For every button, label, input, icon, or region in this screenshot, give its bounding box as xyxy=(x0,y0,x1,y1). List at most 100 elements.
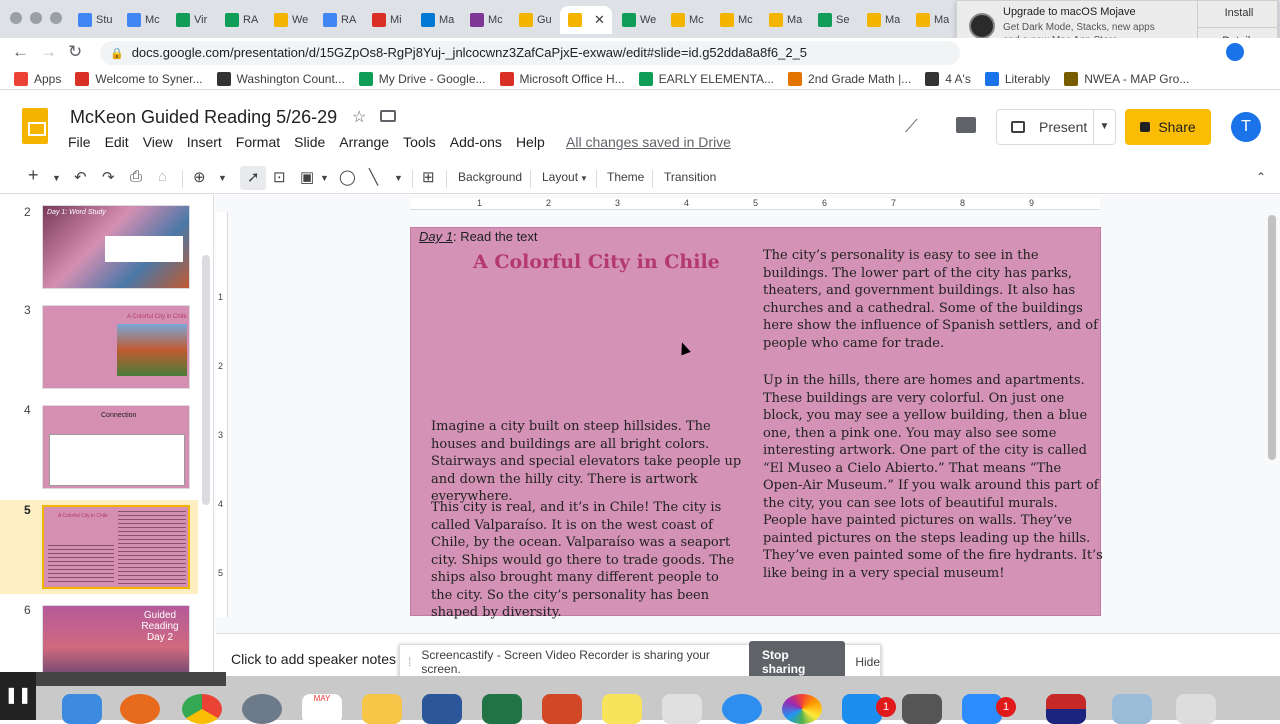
back-icon[interactable]: ← xyxy=(12,42,29,62)
pause-recording-button[interactable]: ❚❚ xyxy=(0,672,36,720)
menu-slide[interactable]: Slide xyxy=(294,134,325,150)
line-icon[interactable]: ╲ xyxy=(369,168,378,186)
profile-avatar[interactable] xyxy=(1226,43,1244,61)
browser-tab[interactable]: Mc xyxy=(462,6,510,34)
browser-tab[interactable]: We xyxy=(614,6,662,34)
menu-format[interactable]: Format xyxy=(236,134,280,150)
browser-tab[interactable]: Mc xyxy=(663,6,711,34)
move-folder-icon[interactable] xyxy=(380,110,396,122)
collapse-icon[interactable]: ⌃ xyxy=(1256,170,1266,184)
browser-tab[interactable]: Ma xyxy=(413,6,461,34)
bookmark-item[interactable]: 4 A's xyxy=(925,71,971,86)
transition-button[interactable]: Transition xyxy=(664,170,716,184)
window-controls[interactable] xyxy=(10,12,62,24)
line-dropdown-icon[interactable]: ▼ xyxy=(394,173,403,183)
right-paragraph-2[interactable]: Up in the hills, there are homes and apa… xyxy=(763,372,1103,582)
slide-thumbnail-current[interactable]: A Colorful City in Chile xyxy=(42,505,190,589)
minimize-window-icon[interactable] xyxy=(30,12,42,24)
slide-title[interactable]: A Colorful City in Chile xyxy=(473,251,720,273)
slide-day-heading[interactable]: Day 1: Read the text xyxy=(419,229,538,244)
image-dropdown-icon[interactable]: ▼ xyxy=(320,173,329,183)
bookmark-item[interactable]: EARLY ELEMENTA... xyxy=(638,71,774,86)
browser-tab[interactable]: Se xyxy=(810,6,858,34)
left-paragraph-2[interactable]: This city is real, and it’s in Chile! Th… xyxy=(431,499,743,622)
theme-button[interactable]: Theme xyxy=(607,170,644,184)
redo-icon[interactable]: ↷ xyxy=(102,168,115,186)
right-paragraph-1[interactable]: The city’s personality is easy to see in… xyxy=(763,247,1099,352)
bookmark-item[interactable]: Washington Count... xyxy=(216,71,345,86)
star-icon[interactable]: ☆ xyxy=(352,107,366,127)
menu-view[interactable]: View xyxy=(143,134,173,150)
zoom-icon[interactable]: ⊕ xyxy=(193,168,206,186)
zoom-window-icon[interactable] xyxy=(50,12,62,24)
browser-tab[interactable]: Mc xyxy=(119,6,167,34)
select-icon[interactable]: ➚ xyxy=(247,168,260,186)
print-icon[interactable]: ⎙ xyxy=(130,168,142,185)
filmstrip-scrollbar[interactable] xyxy=(202,255,210,505)
slide-thumbnail[interactable]: Day 1: Word Study xyxy=(42,205,190,289)
browser-tab[interactable]: Ma xyxy=(761,6,809,34)
slides-logo[interactable] xyxy=(22,108,48,144)
reload-icon[interactable]: ↻ xyxy=(68,42,82,62)
menu-addons[interactable]: Add-ons xyxy=(450,134,502,150)
bookmark-item[interactable]: Microsoft Office H... xyxy=(499,71,625,86)
share-button[interactable]: Share xyxy=(1125,109,1211,145)
browser-tab[interactable]: RA xyxy=(217,6,265,34)
forward-icon[interactable]: → xyxy=(40,42,57,62)
document-title[interactable]: McKeon Guided Reading 5/26-29 xyxy=(70,107,337,128)
bookmark-item[interactable]: Literably xyxy=(984,71,1050,86)
browser-tab-active[interactable]: ✕ xyxy=(560,6,612,34)
browser-tab[interactable]: Ma xyxy=(908,6,956,34)
drag-handle-icon[interactable]: ⁞ xyxy=(408,655,411,669)
layout-button[interactable]: Layout xyxy=(542,170,578,184)
browser-tab[interactable]: Stu xyxy=(70,6,118,34)
browser-tab[interactable]: We xyxy=(266,6,314,34)
browser-tab[interactable]: Gu xyxy=(511,6,559,34)
image-icon[interactable]: ▣ xyxy=(300,168,314,186)
layout-dropdown-icon[interactable]: ▼ xyxy=(580,174,588,183)
address-bar[interactable]: 🔒 docs.google.com/presentation/d/15GZpOs8… xyxy=(100,41,960,65)
menu-file[interactable]: File xyxy=(68,134,91,150)
activity-icon[interactable]: ⟋ xyxy=(905,116,918,137)
save-status[interactable]: All changes saved in Drive xyxy=(566,134,731,150)
background-button[interactable]: Background xyxy=(458,170,522,184)
browser-tab[interactable]: RA xyxy=(315,6,363,34)
comment-add-icon[interactable]: ⊞ xyxy=(422,168,435,186)
browser-tab[interactable]: Mi xyxy=(364,6,412,34)
bookmark-item[interactable]: My Drive - Google... xyxy=(358,71,486,86)
tab-close-icon[interactable]: ✕ xyxy=(594,12,605,28)
canvas-scrollbar[interactable] xyxy=(1268,215,1276,460)
menu-insert[interactable]: Insert xyxy=(187,134,222,150)
hide-button[interactable]: Hide xyxy=(855,655,880,669)
speaker-notes[interactable]: Click to add speaker notes xyxy=(231,651,396,667)
user-avatar[interactable]: T xyxy=(1231,112,1261,142)
left-paragraph-1[interactable]: Imagine a city built on steep hillsides.… xyxy=(431,418,743,506)
menu-tools[interactable]: Tools xyxy=(403,134,436,150)
present-button[interactable]: Present ▼ xyxy=(996,109,1116,145)
new-slide-dropdown-icon[interactable]: ▼ xyxy=(52,173,61,183)
slide-thumbnail[interactable]: A Colorful City in Chile xyxy=(42,305,190,389)
menu-help[interactable]: Help xyxy=(516,134,545,150)
paint-format-icon[interactable]: ⌂ xyxy=(158,168,167,185)
bookmark-item[interactable]: NWEA - MAP Gro... xyxy=(1064,71,1189,86)
close-window-icon[interactable] xyxy=(10,12,22,24)
zoom-dropdown-icon[interactable]: ▼ xyxy=(218,173,227,183)
current-slide[interactable]: Day 1: Read the text A Colorful City in … xyxy=(410,227,1103,620)
new-slide-icon[interactable]: + xyxy=(28,165,39,186)
install-button[interactable]: Install xyxy=(1205,7,1273,19)
browser-tab[interactable]: Mc xyxy=(712,6,760,34)
browser-tab[interactable]: Ma xyxy=(859,6,907,34)
undo-icon[interactable]: ↶ xyxy=(74,168,87,186)
text-box-icon[interactable]: ⊡ xyxy=(273,168,286,186)
bookmark-item[interactable]: Welcome to Syner... xyxy=(75,71,203,86)
browser-tab[interactable]: Vir xyxy=(168,6,216,34)
menu-arrange[interactable]: Arrange xyxy=(339,134,389,150)
present-dropdown-icon[interactable]: ▼ xyxy=(1093,110,1115,144)
comment-icon[interactable] xyxy=(956,117,976,133)
bookmark-item[interactable]: Apps xyxy=(14,71,61,86)
slide-thumbnail[interactable]: Guided Reading Day 2 xyxy=(42,605,190,675)
shape-icon[interactable]: ◯ xyxy=(339,168,356,186)
bookmark-item[interactable]: 2nd Grade Math |... xyxy=(788,71,911,86)
menu-edit[interactable]: Edit xyxy=(105,134,129,150)
slide-thumbnail[interactable]: Connection xyxy=(42,405,190,489)
